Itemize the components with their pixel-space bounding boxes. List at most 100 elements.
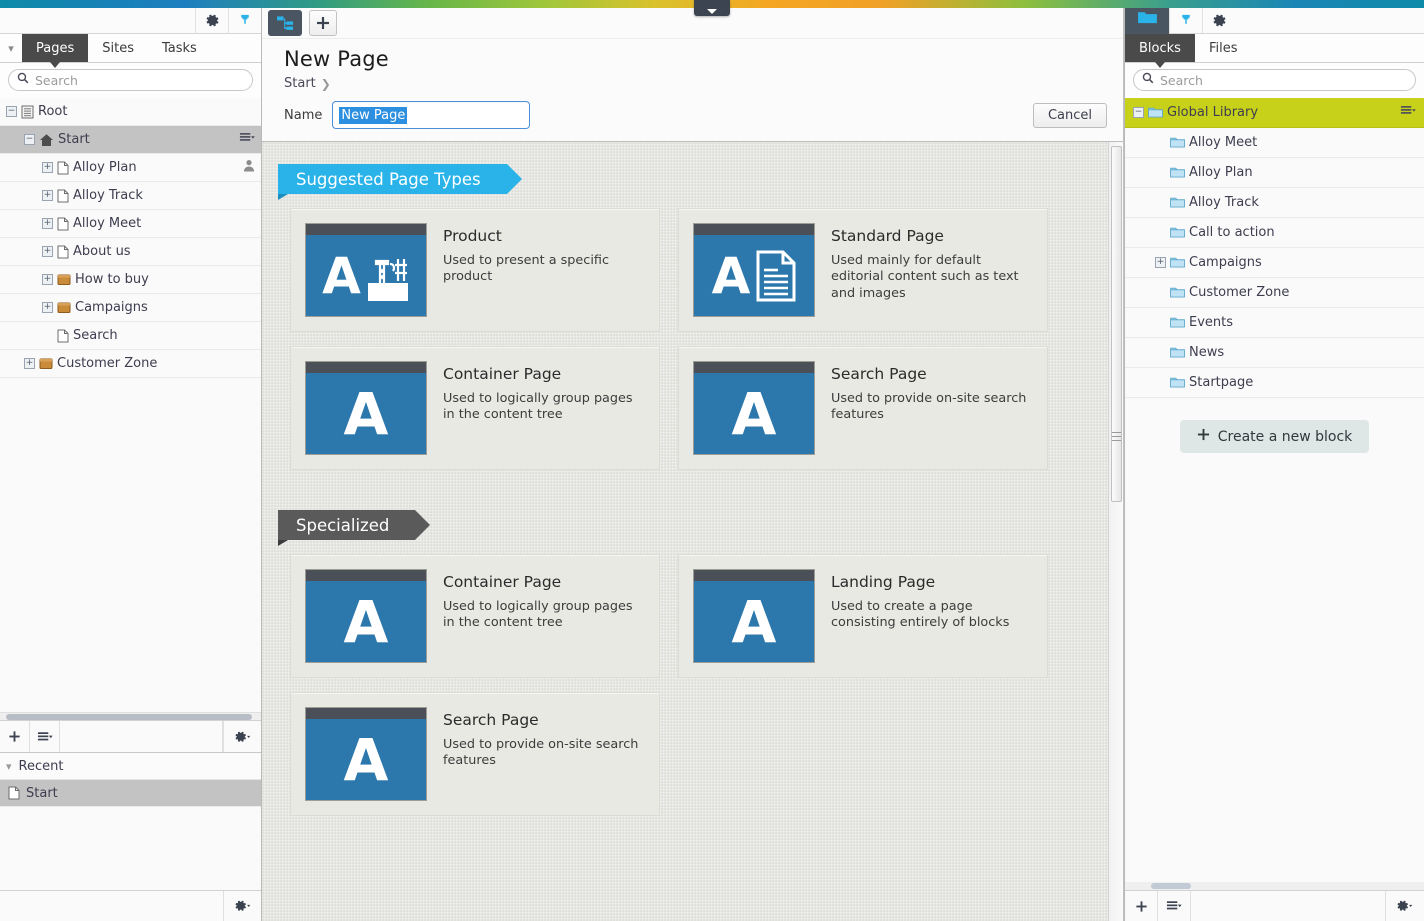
- tree-toggle-plus-icon[interactable]: +: [1155, 257, 1166, 268]
- tab-pages[interactable]: Pages: [22, 34, 89, 68]
- block-tree-row[interactable]: Startpage: [1125, 368, 1424, 398]
- recent-item-start[interactable]: Start: [0, 780, 261, 807]
- tab-sites[interactable]: Sites: [88, 34, 148, 62]
- left-tree-horizontal-scrollbar[interactable]: [0, 712, 261, 720]
- breadcrumb-item-start[interactable]: Start: [284, 76, 316, 91]
- chevron-down-icon[interactable]: ▾: [0, 34, 22, 62]
- main-vertical-scrollbar[interactable]: [1108, 142, 1123, 921]
- tree-row[interactable]: − Start: [0, 126, 261, 154]
- page-type-card[interactable]: A Search Page Used to provide on-site sear…: [290, 692, 660, 816]
- page-type-card[interactable]: A Product Used to present a specific produ…: [290, 208, 660, 332]
- tree-row[interactable]: + How to buy: [0, 266, 261, 294]
- tree-toggle-plus-icon[interactable]: +: [42, 246, 53, 257]
- page-type-title: Container Page: [443, 573, 562, 591]
- block-tree-row-label: Campaigns: [1189, 255, 1262, 270]
- page-type-card[interactable]: A Search Page Used to provide on-site sear…: [678, 346, 1048, 470]
- tree-row[interactable]: Search: [0, 322, 261, 350]
- page-type-description: Used to create a page consisting entirel…: [831, 599, 1010, 631]
- global-menu-toggle[interactable]: [694, 0, 730, 16]
- letter-a-document-icon: A: [693, 223, 815, 317]
- tab-blocks[interactable]: Blocks: [1125, 34, 1195, 68]
- block-tree-row-label: Alloy Meet: [1189, 135, 1258, 150]
- page-type-card[interactable]: A Landing Page Used to create a page consi…: [678, 554, 1048, 678]
- page-search-input[interactable]: [35, 72, 244, 88]
- tree-row[interactable]: + Customer Zone: [0, 350, 261, 378]
- page-tree-settings-button[interactable]: [223, 721, 261, 752]
- block-search-input[interactable]: [1160, 72, 1407, 88]
- list-menu-icon[interactable]: [1158, 891, 1191, 921]
- tree-toggle-plus-icon[interactable]: +: [42, 274, 53, 285]
- block-tree-settings-button[interactable]: [1386, 891, 1424, 921]
- context-menu-icon[interactable]: [239, 132, 255, 147]
- tree-row[interactable]: + Alloy Plan: [0, 154, 261, 182]
- block-tree-row[interactable]: Alloy Track: [1125, 188, 1424, 218]
- tree-toggle-plus-icon[interactable]: +: [24, 358, 35, 369]
- page-type-card[interactable]: A Standard Page Used mainly for default ed…: [678, 208, 1048, 332]
- page-type-description: Used to provide on-site search features: [831, 391, 1027, 423]
- section-heading: Specialized: [296, 515, 390, 535]
- user-icon: [243, 159, 255, 176]
- block-tree-row[interactable]: Alloy Meet: [1125, 128, 1424, 158]
- list-menu-icon[interactable]: [30, 721, 60, 752]
- tree-row[interactable]: − Root: [0, 98, 261, 126]
- recent-settings-button[interactable]: [223, 891, 261, 921]
- thumb-glyphs: A: [694, 373, 814, 454]
- block-tree-row[interactable]: Customer Zone: [1125, 278, 1424, 308]
- banner-arrow: [506, 164, 522, 194]
- create-new-block-button[interactable]: Create a new block: [1179, 420, 1370, 453]
- add-block-button[interactable]: [1125, 891, 1158, 921]
- tree-row-label: How to buy: [75, 272, 149, 287]
- block-tree-row[interactable]: + Campaigns: [1125, 248, 1424, 278]
- tree-row[interactable]: + Campaigns: [0, 294, 261, 322]
- block-tree: − Global Library Alloy Meet Alloy Plan Alloy…: [1125, 98, 1424, 890]
- recent-item-label: Start: [26, 785, 58, 801]
- page-search-box[interactable]: [8, 69, 253, 91]
- page-type-card[interactable]: A Container Page Used to logically group p…: [290, 554, 660, 678]
- sitemap-icon[interactable]: [268, 10, 302, 36]
- pin-icon[interactable]: [1169, 8, 1202, 33]
- block-tree-row[interactable]: Alloy Plan: [1125, 158, 1424, 188]
- chevron-down-icon: ▾: [6, 759, 12, 773]
- scrollbar-thumb[interactable]: [1111, 146, 1122, 502]
- block-tree-row[interactable]: − Global Library: [1125, 98, 1424, 128]
- name-input[interactable]: New Page: [332, 101, 531, 129]
- tab-tasks[interactable]: Tasks: [148, 34, 211, 62]
- block-tree-row[interactable]: Call to action: [1125, 218, 1424, 248]
- block-tree-row[interactable]: Events: [1125, 308, 1424, 338]
- page-type-title: Search Page: [443, 711, 539, 729]
- thumb-titlebar: [694, 224, 814, 235]
- context-menu-icon[interactable]: [1400, 105, 1416, 120]
- tab-files[interactable]: Files: [1195, 34, 1252, 62]
- tree-row[interactable]: + Alloy Meet: [0, 210, 261, 238]
- gear-icon[interactable]: [195, 8, 228, 33]
- tree-row-label: About us: [73, 244, 131, 259]
- block-search-box[interactable]: [1133, 69, 1416, 91]
- scrollbar-thumb[interactable]: [6, 714, 252, 720]
- page-type-card[interactable]: A Container Page Used to logically group p…: [290, 346, 660, 470]
- tree-toggle-plus-icon[interactable]: +: [42, 162, 53, 173]
- thumb-glyphs: A: [694, 581, 814, 662]
- block-tree-horizontal-scrollbar[interactable]: [1125, 882, 1424, 890]
- scrollbar-thumb[interactable]: [1151, 883, 1191, 889]
- add-content-button[interactable]: [309, 10, 337, 36]
- recent-header[interactable]: ▾ Recent: [0, 753, 261, 780]
- tree-row[interactable]: + Alloy Track: [0, 182, 261, 210]
- thumb-titlebar: [306, 570, 426, 581]
- page-icon: [57, 217, 69, 231]
- pin-icon[interactable]: [228, 8, 261, 33]
- gear-icon[interactable]: [1202, 8, 1235, 33]
- cancel-button[interactable]: Cancel: [1032, 102, 1107, 128]
- tree-toggle-plus-icon[interactable]: +: [42, 302, 53, 313]
- tree-row[interactable]: + About us: [0, 238, 261, 266]
- tree-toggle-plus-icon[interactable]: +: [42, 190, 53, 201]
- left-search-row: [0, 63, 261, 98]
- block-tree-row[interactable]: News: [1125, 338, 1424, 368]
- tree-toggle-minus-icon[interactable]: −: [6, 106, 17, 117]
- tree-toggle-plus-icon[interactable]: +: [42, 218, 53, 229]
- tree-toggle-minus-icon[interactable]: −: [1133, 107, 1144, 118]
- breadcrumb: Start ❯: [284, 76, 1123, 91]
- crane-glyph: [367, 258, 408, 301]
- add-page-button[interactable]: [0, 721, 30, 752]
- tree-toggle-minus-icon[interactable]: −: [24, 134, 35, 145]
